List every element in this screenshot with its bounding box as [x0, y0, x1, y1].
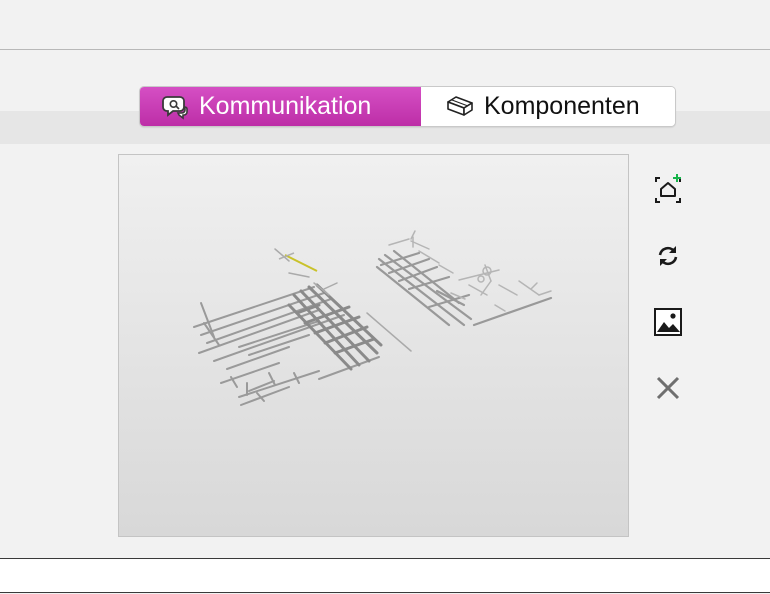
tab-komponenten[interactable]: Komponenten	[421, 87, 675, 126]
add-view-button[interactable]	[651, 172, 685, 211]
bottom-status-bar	[0, 558, 770, 593]
add-view-icon	[652, 172, 684, 211]
close-icon	[655, 375, 681, 406]
refresh-icon	[654, 242, 682, 275]
box-icon	[445, 92, 475, 122]
tab-komponenten-label: Komponenten	[484, 92, 640, 120]
image-icon	[653, 307, 683, 342]
speech-bubbles-icon	[160, 92, 190, 122]
segmented-tab-control: Kommunikation Komponenten	[139, 86, 676, 127]
tab-kommunikation-label: Kommunikation	[199, 92, 372, 120]
refresh-button[interactable]	[651, 241, 685, 275]
top-toolbar-area	[0, 0, 770, 50]
model-preview-viewport[interactable]	[118, 154, 629, 537]
image-button[interactable]	[651, 307, 685, 341]
tab-kommunikation[interactable]: Kommunikation	[140, 87, 421, 126]
close-button[interactable]	[651, 373, 685, 407]
model-wireframe-render	[193, 230, 553, 406]
